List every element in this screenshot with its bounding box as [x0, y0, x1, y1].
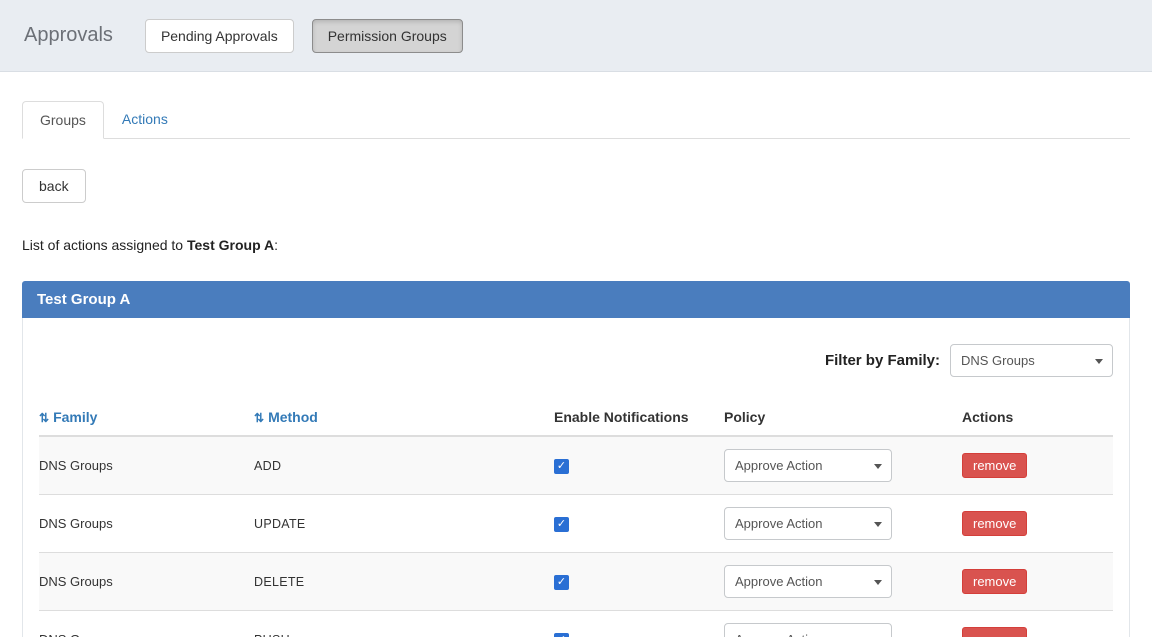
policy-selected-value: Approve Action	[735, 516, 823, 531]
policy-selected-value: Approve Action	[735, 458, 823, 473]
method-cell: UPDATE	[254, 494, 554, 553]
panel-body: Filter by Family: DNS Groups ⇅ Family ⇅ Me…	[22, 318, 1130, 637]
top-header: Approvals Pending Approvals Permission G…	[0, 0, 1152, 72]
table-row: DNS Groups UPDATE Approve Action remove	[39, 494, 1113, 553]
table-row: DNS Groups ADD Approve Action remove	[39, 436, 1113, 495]
chevron-down-icon	[874, 580, 882, 585]
page-title: Approvals	[24, 24, 113, 46]
family-filter-select[interactable]: DNS Groups	[950, 344, 1113, 377]
group-name: Test Group A	[187, 237, 275, 253]
method-cell: ADD	[254, 458, 282, 473]
chevron-down-icon	[874, 464, 882, 469]
notifications-checkbox[interactable]	[554, 517, 569, 532]
sort-icon: ⇅	[254, 411, 265, 425]
column-header-policy: Policy	[724, 403, 962, 437]
table-header-row: ⇅ Family ⇅ Method Enable Notifications Pol…	[39, 403, 1113, 437]
panel-title: Test Group A	[22, 281, 1130, 318]
family-filter-selected-value: DNS Groups	[961, 353, 1035, 368]
notifications-checkbox[interactable]	[554, 575, 569, 590]
policy-selected-value: Approve Action	[735, 632, 822, 637]
family-cell: DNS Groups	[39, 494, 254, 553]
method-cell: PUSH	[254, 610, 554, 637]
remove-button[interactable]: remove	[962, 453, 1028, 478]
filter-row: Filter by Family: DNS Groups	[39, 318, 1113, 381]
remove-button[interactable]: remove	[962, 511, 1028, 536]
group-panel: Test Group A Filter by Family: DNS Group…	[22, 281, 1130, 637]
notifications-checkbox[interactable]	[554, 459, 569, 474]
family-cell: DNS Groups	[39, 552, 254, 611]
chevron-down-icon	[874, 522, 882, 527]
sort-icon: ⇅	[39, 411, 50, 425]
column-header-actions: Actions	[962, 403, 1113, 437]
assigned-actions-text: List of actions assigned to Test Group A…	[22, 237, 1152, 253]
actions-table: ⇅ Family ⇅ Method Enable Notifications Pol…	[39, 403, 1113, 637]
column-header-method[interactable]: ⇅ Method	[254, 403, 554, 437]
tab-bar: Groups Actions	[22, 100, 1130, 139]
permission-groups-button[interactable]: Permission Groups	[311, 18, 463, 53]
policy-select[interactable]: Approve Action	[724, 507, 892, 540]
notifications-checkbox[interactable]	[554, 633, 569, 637]
family-cell: DNS Groups	[39, 458, 113, 473]
intro-suffix: :	[274, 237, 279, 253]
table-row: DNS Groups PUSH Approve Action remove	[39, 610, 1113, 637]
policy-select[interactable]: Approve Action	[724, 565, 892, 598]
remove-button[interactable]: remove	[962, 627, 1028, 637]
policy-select[interactable]: Approve Action	[724, 449, 892, 482]
policy-select[interactable]: Approve Action	[724, 623, 892, 637]
method-cell: DELETE	[254, 552, 554, 611]
back-button[interactable]: back	[22, 169, 86, 203]
column-header-family[interactable]: ⇅ Family	[39, 403, 254, 437]
filter-by-family-label: Filter by Family:	[824, 352, 940, 369]
tab-groups[interactable]: Groups	[22, 101, 104, 139]
family-cell: DNS Groups	[39, 610, 254, 637]
intro-prefix: List of actions assigned to	[22, 237, 187, 253]
policy-selected-value: Approve Action	[735, 574, 823, 589]
remove-button[interactable]: remove	[962, 569, 1028, 594]
pending-approvals-button[interactable]: Pending Approvals	[144, 18, 294, 53]
chevron-down-icon	[1095, 359, 1103, 364]
column-header-notifications: Enable Notifications	[554, 403, 724, 437]
table-row: DNS Groups DELETE Approve Action remove	[39, 552, 1113, 611]
tab-actions[interactable]: Actions	[104, 100, 186, 138]
table-body: DNS Groups ADD Approve Action remove DNS…	[39, 436, 1113, 637]
